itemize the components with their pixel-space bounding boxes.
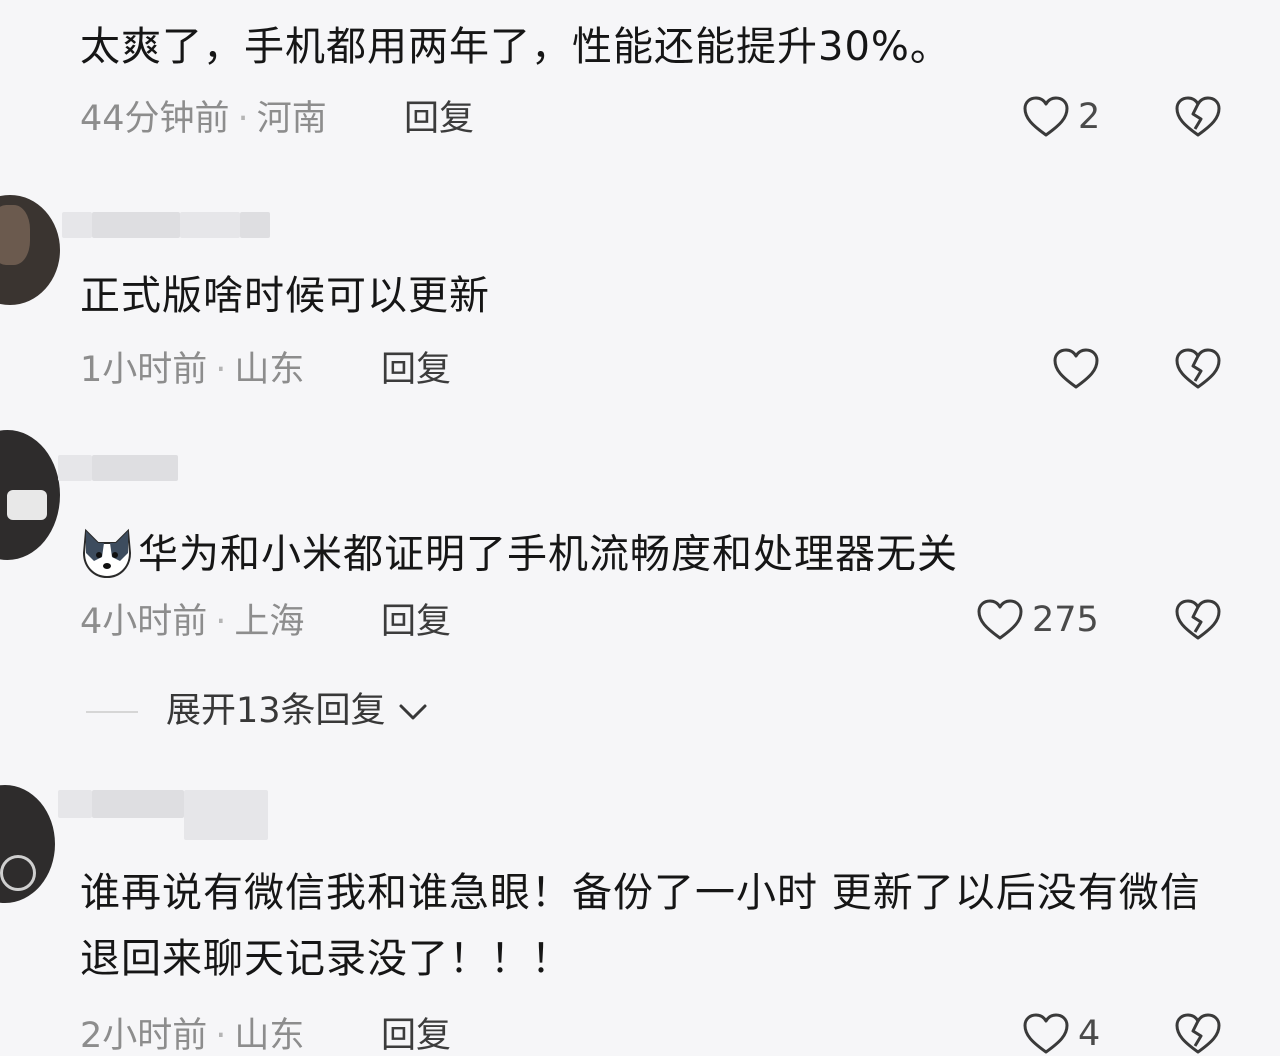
avatar[interactable] (0, 195, 60, 305)
comment-location: 上海 (234, 602, 305, 642)
heart-outline-icon (976, 598, 1024, 642)
avatar[interactable] (0, 430, 60, 560)
comment-text: 华为和小米都证明了手机流畅度和处理器无关 (80, 527, 958, 586)
broken-heart-icon (1174, 1012, 1222, 1056)
comment-location: 山东 (234, 1016, 305, 1056)
username-blurred (92, 790, 184, 818)
username-blurred (92, 212, 180, 238)
comment-text: 正式版啥时候可以更新 (80, 273, 490, 319)
like-button[interactable]: 2 (1022, 95, 1100, 139)
avatar[interactable] (0, 785, 55, 903)
reply-button[interactable]: 回复 (404, 99, 474, 139)
broken-heart-icon (1174, 347, 1222, 391)
comment-time: 44分钟前 (80, 99, 230, 139)
username-blurred (240, 212, 270, 238)
dislike-button[interactable] (1174, 95, 1222, 139)
reply-button[interactable]: 回复 (381, 1016, 451, 1056)
like-count: 275 (1032, 600, 1099, 640)
heart-outline-icon (1022, 1012, 1070, 1056)
like-button[interactable]: 275 (976, 598, 1099, 642)
comment-location: 河南 (256, 99, 327, 139)
username-blurred (58, 455, 92, 481)
broken-heart-icon (1174, 95, 1222, 139)
comment-text: 谁再说有微信我和谁急眼！备份了一小时 更新了以后没有微信 退回来聊天记录没了！！… (80, 870, 1201, 982)
dislike-button[interactable] (1174, 1012, 1222, 1056)
comment-location: 山东 (234, 350, 305, 390)
comment-time: 2小时前 (80, 1016, 208, 1056)
comment-time: 1小时前 (80, 350, 208, 390)
like-button[interactable] (1052, 347, 1108, 391)
comment-meta: 4小时前 · 上海 (80, 602, 304, 642)
comment-meta: 1小时前 · 山东 (80, 350, 304, 390)
meta-separator: · (215, 1016, 227, 1056)
meta-separator: · (215, 602, 227, 642)
meta-separator: · (237, 99, 249, 139)
reply-button[interactable]: 回复 (381, 350, 451, 390)
username-blurred (184, 790, 268, 840)
username-blurred (92, 455, 178, 481)
comment-text: 太爽了，手机都用两年了，性能还能提升30%。 (80, 24, 951, 70)
comment-time: 4小时前 (80, 602, 208, 642)
meta-separator: · (215, 350, 227, 390)
expand-replies-label: 展开13条回复 (166, 691, 386, 731)
like-button[interactable]: 4 (1022, 1012, 1100, 1056)
like-count: 2 (1078, 97, 1101, 137)
dislike-button[interactable] (1174, 598, 1222, 642)
chevron-down-icon (398, 691, 428, 731)
expand-replies-button[interactable]: 展开13条回复 (166, 691, 428, 731)
husky-face-emoji-icon (80, 527, 134, 586)
username-blurred (62, 212, 92, 238)
dislike-button[interactable] (1174, 347, 1222, 391)
username-blurred (180, 212, 240, 238)
like-count: 4 (1078, 1014, 1101, 1054)
comment-meta: 2小时前 · 山东 (80, 1016, 304, 1056)
heart-outline-icon (1052, 347, 1100, 391)
heart-outline-icon (1022, 95, 1070, 139)
broken-heart-icon (1174, 598, 1222, 642)
comment-text-content: 华为和小米都证明了手机流畅度和处理器无关 (138, 531, 958, 578)
expand-divider (86, 711, 138, 713)
comment-meta: 44分钟前 · 河南 (80, 99, 327, 139)
username-blurred (58, 790, 92, 818)
reply-button[interactable]: 回复 (381, 602, 451, 642)
